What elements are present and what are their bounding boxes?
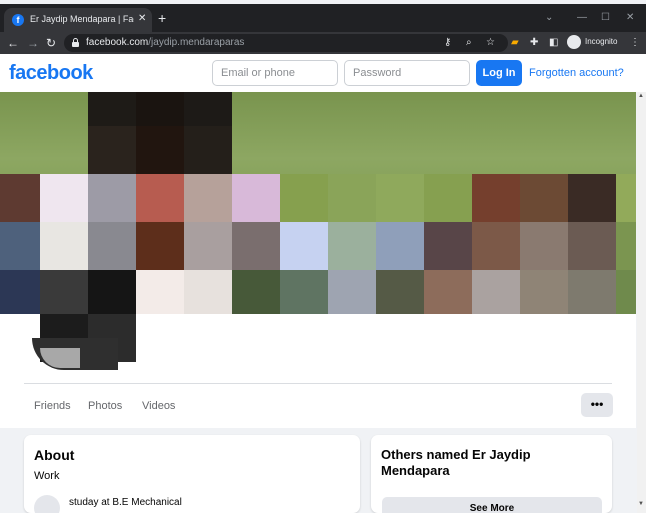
forgotten-account-link[interactable]: Forgotten account? (529, 67, 624, 79)
profile-tabs: Friends Photos Videos ••• (24, 392, 613, 422)
tab-strip: f Er Jaydip Mendapara | Facebook ✕ + ⌄ —… (0, 4, 646, 32)
incognito-label: Incognito (585, 37, 618, 46)
email-field[interactable] (212, 60, 338, 86)
reload-icon[interactable]: ↻ (46, 35, 56, 51)
browser-window: f Er Jaydip Mendapara | Facebook ✕ + ⌄ —… (0, 0, 646, 513)
key-icon[interactable]: ⚷ (444, 36, 451, 50)
see-more-button[interactable]: See More (382, 497, 602, 513)
about-card: About Work studay at B.E Mechanical (24, 435, 360, 513)
facebook-header: facebook Log In Forgotten account? (0, 54, 646, 92)
others-named-title: Others named Er Jaydip Mendapara (381, 447, 531, 478)
side-panel-icon[interactable]: ◧ (549, 36, 558, 50)
work-heading: Work (34, 470, 60, 482)
back-icon[interactable]: ← (7, 35, 19, 51)
forward-icon[interactable]: → (27, 35, 39, 51)
minimize-icon[interactable]: — (577, 12, 587, 23)
window-close-icon[interactable]: ✕ (626, 12, 634, 23)
address-bar: ← → ↻ facebook.com/jaydip.mendaraparas ⚷… (0, 32, 646, 54)
study-text: studay at B.E Mechanical (69, 497, 182, 508)
url-text: facebook.com/jaydip.mendaraparas (86, 37, 245, 48)
scroll-down-icon[interactable]: ▼ (638, 501, 644, 507)
tab-videos[interactable]: Videos (142, 400, 175, 412)
tab-close-icon[interactable]: ✕ (138, 13, 146, 24)
tab-active[interactable]: f Er Jaydip Mendapara | Facebook ✕ (4, 8, 152, 32)
scroll-up-icon[interactable]: ▲ (638, 93, 644, 99)
omnibox[interactable]: facebook.com/jaydip.mendaraparas ⚷ ⌕ ☆ (64, 34, 508, 52)
page-scrollbar[interactable]: ▲ ▼ (637, 92, 646, 513)
menu-kebab-icon[interactable]: ⋮ (630, 36, 640, 50)
others-named-card: Others named Er Jaydip Mendapara See Mor… (371, 435, 612, 513)
password-field[interactable] (344, 60, 470, 86)
avatar[interactable] (32, 338, 118, 370)
extension-icon[interactable]: ▰ (511, 36, 519, 50)
tab-friends[interactable]: Friends (34, 400, 71, 412)
divider (24, 383, 612, 384)
profile-card: Friends Photos Videos ••• (0, 92, 636, 428)
incognito-avatar-icon[interactable] (567, 35, 581, 49)
maximize-icon[interactable]: ☐ (601, 12, 610, 23)
school-icon (34, 495, 60, 513)
lock-icon (72, 38, 79, 47)
tab-search-icon[interactable]: ⌄ (545, 12, 553, 23)
tab-photos[interactable]: Photos (88, 400, 122, 412)
zoom-icon[interactable]: ⌕ (466, 36, 472, 50)
new-tab-button[interactable]: + (158, 11, 166, 25)
cover-photo (0, 92, 636, 314)
tab-title: Er Jaydip Mendapara | Facebook (30, 14, 134, 24)
school-link[interactable]: B.E Mechanical (112, 497, 181, 508)
more-options-button[interactable]: ••• (581, 393, 613, 417)
login-button[interactable]: Log In (476, 60, 522, 86)
facebook-logo[interactable]: facebook (9, 62, 93, 85)
puzzle-extensions-icon[interactable]: ✚ (530, 36, 538, 50)
bookmark-star-icon[interactable]: ☆ (486, 36, 495, 50)
about-title: About (34, 447, 75, 463)
facebook-favicon-icon: f (12, 14, 24, 26)
